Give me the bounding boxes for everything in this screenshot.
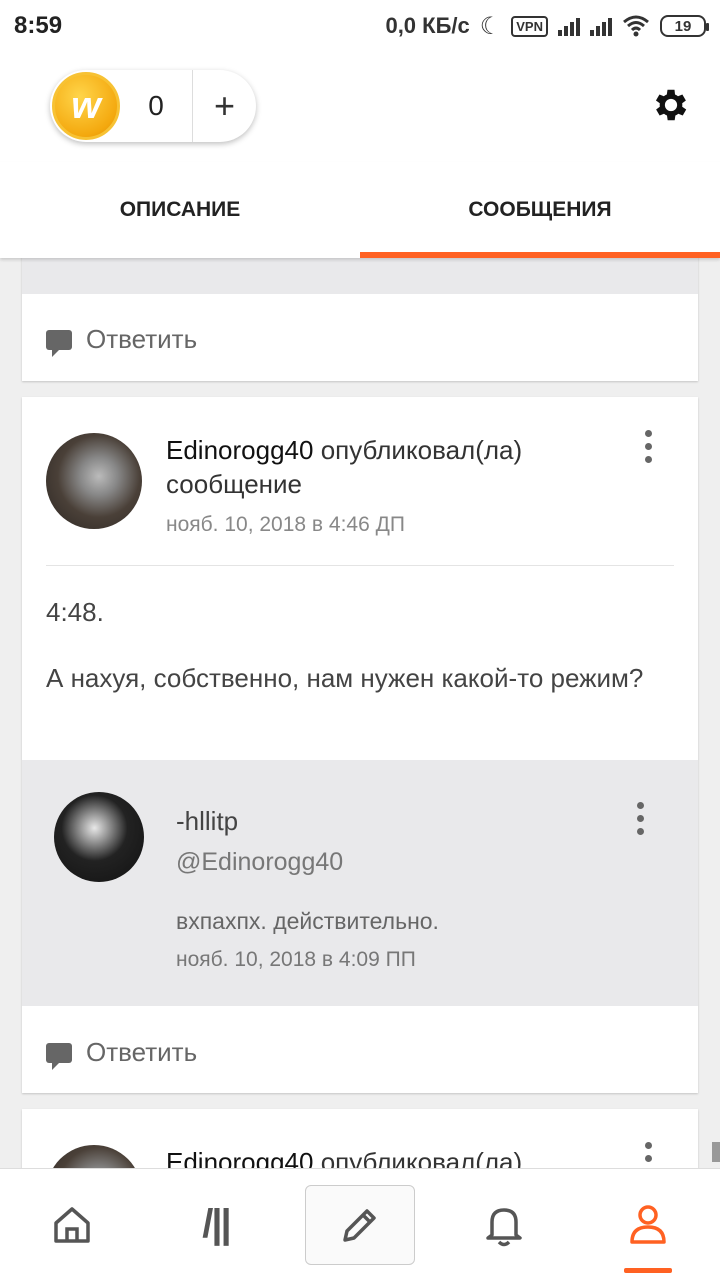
reply-more-options-icon[interactable] <box>630 802 650 835</box>
nav-home[interactable] <box>17 1185 127 1265</box>
post-date: нояб. 10, 2018 в 4:46 ДП <box>166 513 405 536</box>
home-icon <box>54 1206 90 1243</box>
status-bar: 8:59 0,0 КБ/с ☾ VPN 19 <box>0 0 720 52</box>
gear-icon[interactable] <box>650 84 692 126</box>
reply-author[interactable]: -hllitp <box>176 806 238 837</box>
post-author-line: Edinorogg40 опубликовал(ла) <box>166 433 586 467</box>
reply-avatar[interactable] <box>54 792 144 882</box>
nav-profile[interactable] <box>593 1185 703 1273</box>
library-icon: /|| <box>202 1202 231 1246</box>
status-icons: 0,0 КБ/с ☾ VPN 19 <box>385 12 709 41</box>
comment-icon <box>46 329 72 357</box>
reply-date: нояб. 10, 2018 в 4:09 ПП <box>176 948 416 971</box>
message-card: Edinorogg40 опубликовал(ла) сообщение но… <box>22 397 698 1093</box>
post-action: опубликовал(ла) <box>320 435 523 465</box>
reply-text: вхпахпх. действительно. <box>176 908 439 934</box>
reply-label: Ответить <box>86 324 198 354</box>
author-name[interactable]: Edinorogg40 <box>166 435 313 465</box>
scrollbar[interactable] <box>712 1142 720 1162</box>
tab-messages[interactable]: СООБЩЕНИЯ <box>360 162 720 258</box>
signal-icon <box>558 16 580 36</box>
status-time: 8:59 <box>14 12 63 39</box>
reply-label: Ответить <box>86 1037 198 1067</box>
coin-icon: w <box>52 72 120 140</box>
avatar[interactable] <box>46 433 142 529</box>
reply-button[interactable]: Ответить <box>46 324 198 357</box>
vpn-badge: VPN <box>511 15 548 37</box>
reply-button[interactable]: Ответить <box>46 1037 198 1070</box>
moon-icon: ☾ <box>479 12 502 40</box>
coin-count: 0 <box>148 90 164 121</box>
nav-library[interactable]: /|| <box>161 1185 271 1265</box>
more-options-icon[interactable] <box>638 430 658 463</box>
signal-icon-2 <box>590 16 612 36</box>
nav-notifications[interactable] <box>449 1185 559 1265</box>
reply-area: -hllitp @Edinorogg40 вхпахпх. действител… <box>22 760 698 1006</box>
coin-wallet[interactable]: w 0 + <box>50 70 256 142</box>
divider <box>46 565 674 566</box>
reply-mention[interactable]: @Edinorogg40 <box>176 848 343 877</box>
battery-icon: 19 <box>660 15 709 37</box>
tab-description[interactable]: ОПИСАНИЕ <box>0 162 360 258</box>
message-line-2: А нахуя, собственно, нам нужен какой-то … <box>46 663 644 693</box>
app-header: w 0 + <box>0 52 720 162</box>
nav-write[interactable] <box>305 1184 415 1265</box>
comment-icon <box>46 1042 72 1070</box>
bottom-nav: /|| <box>0 1168 720 1280</box>
add-coins-button[interactable]: + <box>193 70 256 142</box>
message-line-1: 4:48. <box>46 597 104 627</box>
wifi-icon <box>623 15 649 37</box>
post-action-line2: сообщение <box>166 469 303 499</box>
tab-bar: ОПИСАНИЕ СООБЩЕНИЯ <box>0 162 720 258</box>
pencil-icon <box>343 1208 376 1242</box>
bell-icon <box>486 1207 522 1246</box>
network-speed: 0,0 КБ/с <box>385 13 470 38</box>
profile-icon <box>630 1204 666 1244</box>
